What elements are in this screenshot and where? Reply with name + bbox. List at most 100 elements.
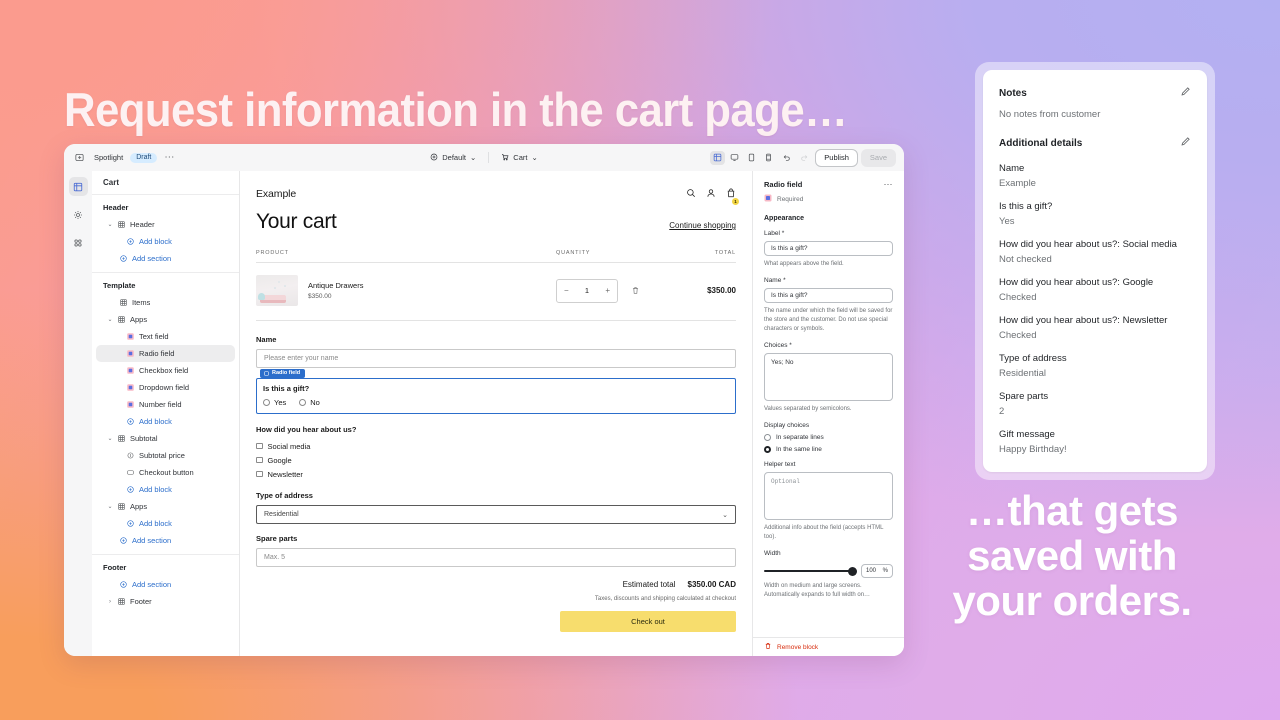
choices-help: Values separated by semicolons. bbox=[764, 406, 852, 412]
sidebar-item-add-block[interactable]: Add block bbox=[96, 481, 235, 498]
pencil-icon[interactable] bbox=[1180, 134, 1191, 152]
sidebar-item-text-field[interactable]: Text field bbox=[96, 328, 235, 345]
sidebar-item-number-field[interactable]: Number field bbox=[96, 396, 235, 413]
product-info: Antique Drawers $350.00 bbox=[308, 281, 363, 300]
checkout-button[interactable]: Check out bbox=[560, 611, 736, 632]
radio-option-yes[interactable]: Yes bbox=[263, 398, 286, 407]
sidebar-item-apps[interactable]: ⌄ Apps bbox=[96, 311, 235, 328]
continue-shopping-link[interactable]: Continue shopping bbox=[669, 221, 736, 230]
preview-content: Example 1 Your cart Continue shopping PR… bbox=[240, 171, 752, 632]
product-name[interactable]: Antique Drawers bbox=[308, 281, 363, 290]
checkbox-social-media[interactable]: Social media bbox=[256, 439, 736, 453]
sidebar-item-items[interactable]: Items bbox=[96, 294, 235, 311]
cart-table-header: PRODUCT QUANTITY TOTAL bbox=[256, 250, 736, 263]
back-arrow-icon[interactable] bbox=[72, 150, 87, 165]
spare-parts-input[interactable]: Max. 5 bbox=[256, 548, 736, 567]
detail-item: How did you hear about us?: Newsletter Ch… bbox=[999, 314, 1191, 342]
sidebar-item-label: Add block bbox=[139, 416, 172, 426]
desktop-icon[interactable] bbox=[727, 151, 742, 165]
address-type-select[interactable]: Residential ⌄ bbox=[256, 505, 736, 524]
detail-value: Not checked bbox=[999, 254, 1052, 265]
sidebar-item-checkbox-field[interactable]: Checkbox field bbox=[96, 362, 235, 379]
chevron-down-icon[interactable]: ⌄ bbox=[107, 502, 113, 512]
quantity-stepper[interactable]: − 1 + bbox=[556, 278, 618, 303]
detail-key: Name bbox=[999, 163, 1025, 174]
sidebar-item-add-block[interactable]: Add block bbox=[96, 413, 235, 430]
required-row: Required bbox=[764, 194, 893, 204]
quantity-decrease-button[interactable]: − bbox=[564, 286, 569, 295]
topbar-left: Spotlight Draft ⋯ bbox=[72, 150, 175, 165]
sidebar-item-label: Checkout button bbox=[139, 467, 194, 477]
radio-option-no[interactable]: No bbox=[299, 398, 320, 407]
chevron-right-icon[interactable]: › bbox=[107, 597, 113, 607]
sidebar-item-footer[interactable]: › Footer bbox=[96, 593, 235, 610]
sections-view-button[interactable] bbox=[710, 150, 726, 165]
remove-item-trash-icon[interactable] bbox=[631, 282, 640, 300]
storefront-header: Example 1 bbox=[256, 185, 739, 205]
cart-title-row: Your cart Continue shopping bbox=[256, 203, 736, 234]
name-field-group: Name * Is this a gift? The name under wh… bbox=[764, 277, 893, 334]
sidebar-item-header[interactable]: ⌄ Header bbox=[96, 216, 235, 233]
selected-radio-block[interactable]: Radio field Is this a gift? Yes No bbox=[256, 368, 736, 414]
tablet-icon[interactable] bbox=[744, 151, 759, 165]
sections-icon[interactable] bbox=[68, 177, 88, 196]
line-item-total: $350.00 bbox=[707, 286, 736, 295]
slider-knob[interactable] bbox=[848, 566, 857, 576]
display-option-same-line[interactable]: In the same line bbox=[764, 446, 893, 453]
undo-icon[interactable] bbox=[779, 151, 794, 165]
theme-selector[interactable]: Default ⌄ bbox=[423, 150, 483, 166]
radio-circle-icon bbox=[263, 399, 270, 406]
plus-circle-icon bbox=[127, 238, 134, 245]
mobile-icon[interactable] bbox=[761, 151, 776, 165]
width-number-input[interactable]: 100 % bbox=[861, 564, 893, 578]
width-unit: % bbox=[882, 568, 888, 574]
chevron-down-icon[interactable]: ⌄ bbox=[107, 434, 113, 444]
sidebar-item-add-block[interactable]: Add block bbox=[96, 233, 235, 250]
sidebar-item-subtotal[interactable]: ⌄ Subtotal bbox=[96, 430, 235, 447]
detail-item: Is this a gift? Yes bbox=[999, 200, 1191, 228]
search-icon[interactable] bbox=[686, 185, 696, 203]
chevron-down-icon[interactable]: ⌄ bbox=[107, 315, 113, 325]
product-cell: Antique Drawers $350.00 bbox=[256, 275, 556, 306]
price-icon bbox=[127, 452, 134, 459]
save-button[interactable]: Save bbox=[860, 148, 896, 167]
custom-fields-form: Name Please enter your name Radio field … bbox=[256, 321, 736, 632]
settings-gear-icon[interactable] bbox=[69, 205, 88, 224]
sidebar-item-add-section[interactable]: Add section bbox=[96, 250, 235, 267]
cart-icon[interactable]: 1 bbox=[726, 185, 739, 205]
chevron-down-icon[interactable]: ⌄ bbox=[107, 220, 113, 230]
sidebar-item-radio-field[interactable]: Radio field bbox=[96, 345, 235, 362]
remove-block-button[interactable]: Remove block bbox=[753, 637, 904, 656]
address-type-group: Type of address Residential ⌄ bbox=[256, 491, 736, 524]
ellipsis-icon[interactable]: ⋯ bbox=[884, 180, 894, 189]
sidebar-item-add-block[interactable]: Add block bbox=[96, 515, 235, 532]
label-field-input[interactable]: Is this a gift? bbox=[764, 241, 893, 256]
name-field-input[interactable]: Is this a gift? bbox=[764, 288, 893, 303]
checkbox-newsletter[interactable]: Newsletter bbox=[256, 467, 736, 481]
helper-text-textarea[interactable]: Optional bbox=[764, 472, 893, 520]
sidebar-item-dropdown-field[interactable]: Dropdown field bbox=[96, 379, 235, 396]
ellipsis-icon[interactable]: ⋯ bbox=[164, 152, 175, 162]
sidebar-item-add-section[interactable]: Add section bbox=[96, 532, 235, 549]
grid-icon bbox=[118, 598, 125, 605]
display-option-separate-label: In separate lines bbox=[776, 434, 824, 441]
checkbox-google[interactable]: Google bbox=[256, 453, 736, 467]
name-field-label: Name * bbox=[764, 277, 786, 284]
sidebar-item-add-section[interactable]: Add section bbox=[96, 576, 235, 593]
sidebar-item-subtotal-price[interactable]: Subtotal price bbox=[96, 447, 235, 464]
pencil-icon[interactable] bbox=[1180, 84, 1191, 102]
name-input[interactable]: Please enter your name bbox=[256, 349, 736, 368]
display-option-separate[interactable]: In separate lines bbox=[764, 434, 893, 441]
sidebar-item-checkout-button[interactable]: Checkout button bbox=[96, 464, 235, 481]
quantity-value[interactable]: 1 bbox=[585, 286, 589, 295]
page-selector[interactable]: Cart ⌄ bbox=[494, 150, 544, 166]
quantity-increase-button[interactable]: + bbox=[605, 286, 610, 295]
account-icon[interactable] bbox=[706, 185, 716, 203]
choices-textarea[interactable]: Yes; No bbox=[764, 353, 893, 401]
publish-button[interactable]: Publish bbox=[815, 148, 858, 167]
plus-circle-icon bbox=[127, 486, 134, 493]
width-slider[interactable] bbox=[764, 566, 857, 576]
sidebar-item-apps[interactable]: ⌄ Apps bbox=[96, 498, 235, 515]
apps-icon[interactable] bbox=[69, 233, 88, 252]
app-block-icon bbox=[127, 350, 134, 357]
